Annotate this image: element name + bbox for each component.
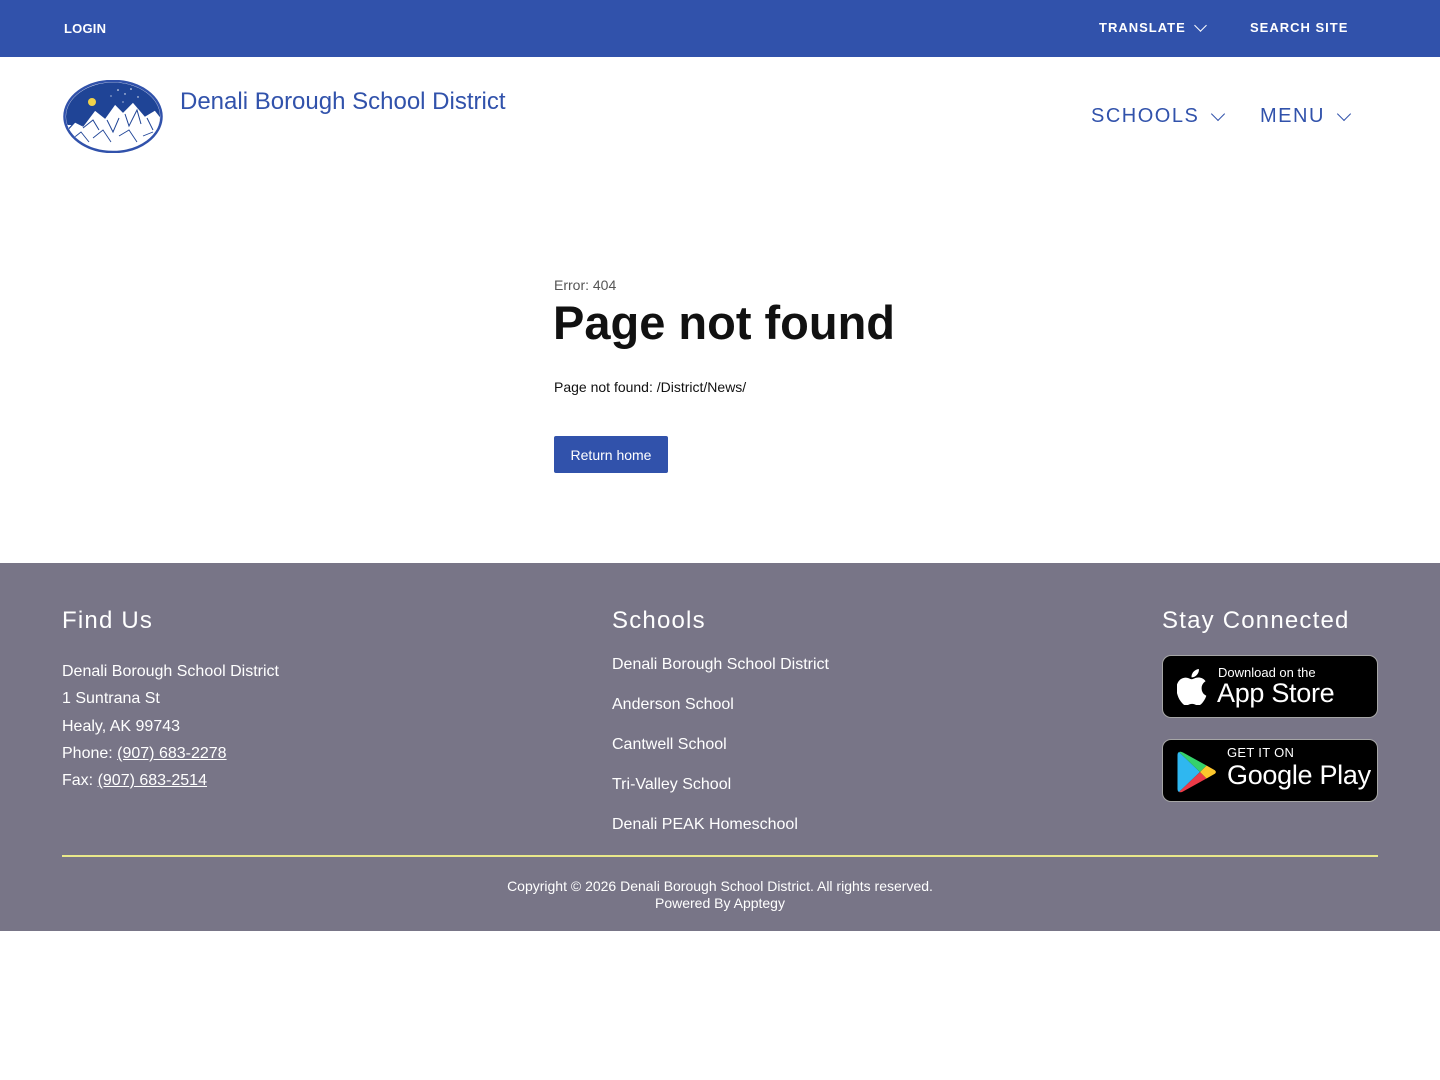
google-play-icon [1177, 751, 1216, 793]
top-utility-bar: LOGIN TRANSLATE SEARCH SITE [0, 0, 1440, 57]
fax-label: Fax: [62, 772, 98, 790]
app-store-badge[interactable]: Download on the App Store [1162, 655, 1378, 718]
nav-schools-label: SCHOOLS [1091, 105, 1200, 127]
chevron-down-icon [1336, 106, 1351, 122]
school-link-district[interactable]: Denali Borough School District [612, 656, 829, 673]
site-title[interactable]: Denali Borough School District [180, 88, 506, 116]
list-item: Anderson School [612, 696, 829, 736]
address-city: Healy, AK 99743 [62, 717, 181, 735]
page-title: Page not found [553, 296, 896, 349]
district-logo[interactable] [63, 79, 163, 154]
school-link-tri-valley[interactable]: Tri-Valley School [612, 776, 731, 793]
schools-list: Denali Borough School District Anderson … [612, 656, 829, 856]
stay-connected-heading: Stay Connected [1162, 607, 1350, 634]
phone-link[interactable]: (907) 683-2278 [117, 745, 226, 762]
schools-heading: Schools [612, 607, 706, 634]
fax-line: Fax: (907) 683-2514 [62, 767, 279, 794]
search-site-button[interactable]: SEARCH SITE [1250, 20, 1348, 35]
chevron-down-icon [1193, 18, 1207, 32]
copyright-block: Copyright © 2026 Denali Borough School D… [0, 878, 1440, 912]
nav-menu-label: MENU [1260, 105, 1325, 127]
list-item: Denali PEAK Homeschool [612, 816, 829, 856]
google-play-big-text: Google Play [1227, 760, 1371, 790]
nav-menu-dropdown[interactable]: MENU [1260, 105, 1351, 128]
school-link-anderson[interactable]: Anderson School [612, 696, 734, 713]
chevron-down-icon [1211, 106, 1226, 122]
google-play-badge[interactable]: GET IT ON Google Play [1162, 739, 1378, 802]
powered-by-link[interactable]: Powered By Apptegy [0, 895, 1440, 912]
list-item: Cantwell School [612, 736, 829, 776]
school-link-peak-homeschool[interactable]: Denali PEAK Homeschool [612, 816, 798, 833]
list-item: Tri-Valley School [612, 776, 829, 816]
footer: Find Us Schools Stay Connected Denali Bo… [0, 563, 1440, 931]
fax-link[interactable]: (907) 683-2514 [98, 772, 207, 789]
address-block: Denali Borough School District 1 Suntran… [62, 658, 279, 794]
school-link-cantwell[interactable]: Cantwell School [612, 736, 727, 753]
find-us-heading: Find Us [62, 607, 154, 634]
app-store-big-text: App Store [1217, 678, 1335, 708]
translate-label: TRANSLATE [1099, 20, 1186, 35]
error-code: Error: 404 [554, 277, 617, 293]
address-street: 1 Suntrana St [62, 690, 160, 708]
google-play-small-text: GET IT ON [1227, 745, 1295, 760]
translate-dropdown[interactable]: TRANSLATE [1099, 18, 1207, 35]
list-item: Denali Borough School District [612, 656, 829, 696]
phone-label: Phone: [62, 744, 118, 762]
error-message: Page not found: /District/News/ [554, 379, 747, 395]
footer-divider [62, 855, 1378, 857]
nav-schools-dropdown[interactable]: SCHOOLS [1091, 105, 1226, 128]
apple-icon [1177, 669, 1207, 705]
phone-line: Phone: (907) 683-2278 [62, 740, 279, 767]
address-name: Denali Borough School District [62, 663, 279, 680]
login-link[interactable]: LOGIN [64, 21, 106, 36]
copyright-text: Copyright © 2026 Denali Borough School D… [507, 878, 933, 894]
return-home-button[interactable]: Return home [554, 436, 668, 473]
